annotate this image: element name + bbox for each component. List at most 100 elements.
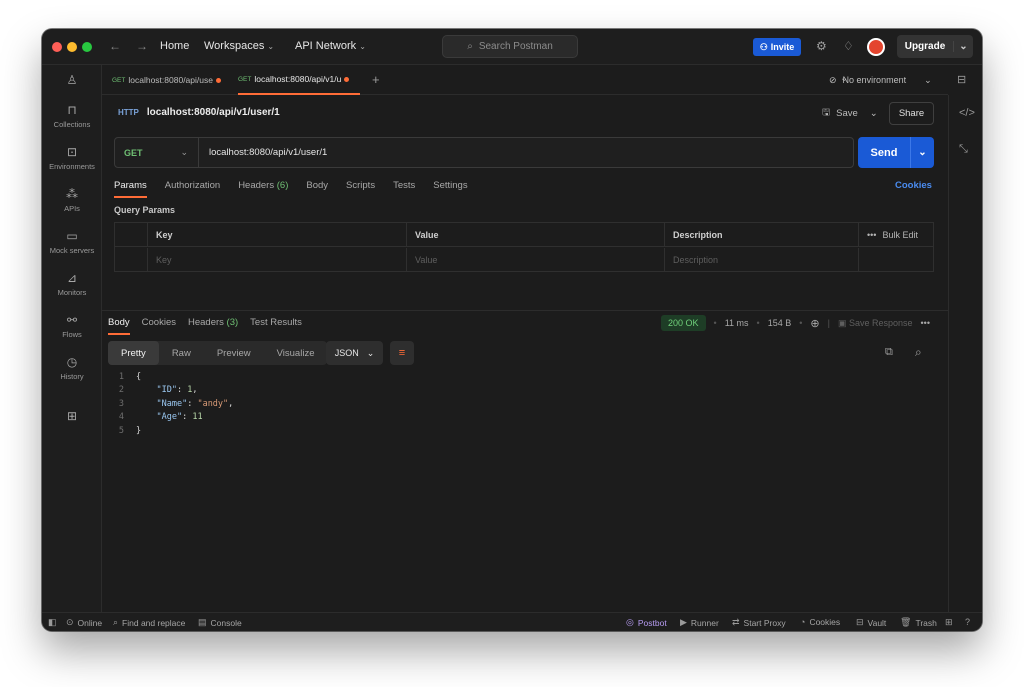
- notifications-bell-icon[interactable]: ♢: [843, 39, 854, 53]
- toggle-sidebar-icon[interactable]: ◧: [48, 617, 57, 628]
- chevron-down-icon[interactable]: ⌄: [870, 108, 878, 119]
- avatar[interactable]: [867, 38, 885, 56]
- key-column-header: Key: [147, 223, 406, 247]
- close-window-button[interactable]: [52, 42, 62, 52]
- tab-raw[interactable]: Raw: [159, 341, 204, 365]
- tab-tests[interactable]: Tests: [393, 180, 415, 198]
- api-network-menu[interactable]: API Network ⌄: [295, 40, 366, 52]
- unsaved-dot-icon: [344, 76, 350, 82]
- tab-visualize[interactable]: Visualize: [264, 341, 328, 365]
- separator-dot: •: [713, 318, 717, 328]
- response-divider[interactable]: [102, 310, 948, 311]
- save-button[interactable]: 🖫 Save ⌄: [822, 105, 878, 121]
- word-wrap-button[interactable]: ≡: [390, 341, 414, 365]
- more-options-icon[interactable]: •••: [921, 318, 930, 328]
- code-icon[interactable]: </>: [959, 107, 975, 119]
- description-input[interactable]: Description: [664, 248, 858, 272]
- tab-scripts[interactable]: Scripts: [346, 180, 375, 198]
- tab-body[interactable]: Body: [306, 180, 328, 198]
- runner-button[interactable]: ▶ Runner: [680, 617, 719, 628]
- postbot-button[interactable]: ◎ Postbot: [626, 617, 667, 628]
- sidebar-item-apis[interactable]: ⁂ APIs: [42, 187, 102, 213]
- code-line: 3 "Name": "andy",: [108, 397, 928, 411]
- runner-icon: ▶: [680, 617, 687, 627]
- home-link[interactable]: Home: [160, 40, 189, 52]
- forward-arrow-icon[interactable]: →: [136, 39, 148, 53]
- cookies-link[interactable]: Cookies: [895, 180, 932, 191]
- collections-icon: ⊓: [67, 103, 77, 117]
- response-time[interactable]: 11 ms: [725, 318, 749, 328]
- url-input[interactable]: localhost:8080/api/v1/user/1: [199, 147, 853, 158]
- configure-sidebar-item[interactable]: ⊞: [42, 409, 102, 426]
- help-icon[interactable]: ?: [965, 617, 970, 627]
- response-size[interactable]: 154 B: [768, 318, 792, 328]
- tab-preview[interactable]: Preview: [204, 341, 264, 365]
- console-button[interactable]: ▤ Console: [198, 617, 242, 628]
- chevron-down-icon[interactable]: ⌄: [953, 41, 973, 52]
- tab-response-body[interactable]: Body: [108, 317, 130, 335]
- sidebar-item-label: Monitors: [57, 288, 87, 297]
- cookies-button[interactable]: ◔ Cookies: [800, 617, 840, 627]
- invite-button[interactable]: ⚇ Invite: [753, 38, 801, 56]
- response-body-code[interactable]: 1{ 2 "ID": 1, 3 "Name": "andy", 4 "Age":…: [108, 370, 928, 438]
- tab-authorization[interactable]: Authorization: [165, 180, 220, 198]
- bulk-edit-button[interactable]: ••• Bulk Edit: [867, 223, 918, 247]
- related-collections-icon[interactable]: ⤡: [959, 143, 968, 156]
- sidebar-item-history[interactable]: ◷ History: [42, 355, 102, 381]
- start-proxy-button[interactable]: ⇄ Start Proxy: [732, 617, 786, 628]
- environment-select[interactable]: ⊘ No environment ⌄: [829, 65, 937, 95]
- chevron-down-icon[interactable]: ⌄: [910, 137, 934, 168]
- sidebar-item-mock-servers[interactable]: ▭ Mock servers: [42, 229, 102, 255]
- trash-button[interactable]: 🗑 Trash: [900, 617, 937, 628]
- sidebar-item-collections[interactable]: ⊓ Collections: [42, 103, 102, 129]
- trash-label: Trash: [915, 617, 937, 628]
- network-globe-icon[interactable]: ⊕: [810, 317, 819, 330]
- tab-settings[interactable]: Settings: [433, 180, 467, 198]
- tab-headers[interactable]: Headers (6): [238, 180, 288, 198]
- method-select[interactable]: GET ⌄: [115, 138, 199, 167]
- share-button[interactable]: Share: [889, 102, 934, 125]
- apis-icon: ⁂: [66, 187, 78, 201]
- copy-icon[interactable]: ⧉: [885, 346, 893, 359]
- tab-label: localhost:8080/api/v1/u: [254, 74, 342, 84]
- key-input[interactable]: Key: [147, 248, 406, 272]
- tab-test-results[interactable]: Test Results: [250, 317, 302, 335]
- maximize-window-button[interactable]: [82, 42, 92, 52]
- account-item[interactable]: ♙: [42, 73, 102, 90]
- status-bar: ◧ ⊙ Online ⌕ Find and replace ▤ Console ◎ Po…: [42, 612, 982, 631]
- settings-gear-icon[interactable]: ⚙: [816, 39, 827, 53]
- sidebar-item-environments[interactable]: ⊡ Environments: [42, 145, 102, 171]
- tab-params[interactable]: Params: [114, 180, 147, 198]
- sidebar-item-flows[interactable]: ⚯ Flows: [42, 313, 102, 339]
- upgrade-button[interactable]: Upgrade ⌄: [897, 35, 973, 58]
- environment-quick-look-icon[interactable]: ⊟: [957, 73, 966, 86]
- request-name[interactable]: localhost:8080/api/v1/user/1: [147, 107, 280, 118]
- line-number: 1: [118, 371, 124, 382]
- back-arrow-icon[interactable]: ←: [109, 39, 121, 53]
- vault-button[interactable]: ⊟ Vault: [856, 617, 886, 628]
- request-tab[interactable]: GET localhost:8080/api/use: [112, 65, 232, 95]
- search-input[interactable]: ⌕ Search Postman: [442, 35, 578, 58]
- more-options-icon[interactable]: •••: [867, 230, 876, 240]
- postman-window: ← → Home Workspaces ⌄ API Network ⌄ ⌕ Se…: [42, 29, 982, 631]
- request-tab-active[interactable]: GET localhost:8080/api/v1/u: [238, 65, 360, 95]
- tab-response-cookies[interactable]: Cookies: [142, 317, 176, 335]
- code-text: {: [136, 371, 142, 382]
- minimize-window-button[interactable]: [67, 42, 77, 52]
- layout-icon[interactable]: ⊞: [945, 617, 953, 628]
- line-number: 2: [118, 385, 124, 396]
- online-status[interactable]: ⊙ Online: [66, 617, 102, 628]
- save-response-button[interactable]: ▣ Save Response: [838, 318, 913, 329]
- chevron-down-icon: ⌄: [359, 42, 366, 51]
- send-button[interactable]: Send ⌄: [858, 137, 934, 168]
- status-badge[interactable]: 200 OK: [661, 315, 706, 331]
- format-select[interactable]: JSON ⌄: [326, 341, 383, 365]
- sidebar-item-monitors[interactable]: ⊿ Monitors: [42, 271, 102, 297]
- tab-pretty[interactable]: Pretty: [108, 341, 159, 365]
- new-tab-plus-icon[interactable]: +: [372, 72, 380, 87]
- find-replace-button[interactable]: ⌕ Find and replace: [113, 617, 185, 628]
- workspaces-menu[interactable]: Workspaces ⌄: [204, 40, 274, 52]
- tab-response-headers[interactable]: Headers (3): [188, 317, 238, 335]
- search-icon[interactable]: ⌕: [915, 345, 922, 360]
- value-input[interactable]: Value: [406, 248, 664, 272]
